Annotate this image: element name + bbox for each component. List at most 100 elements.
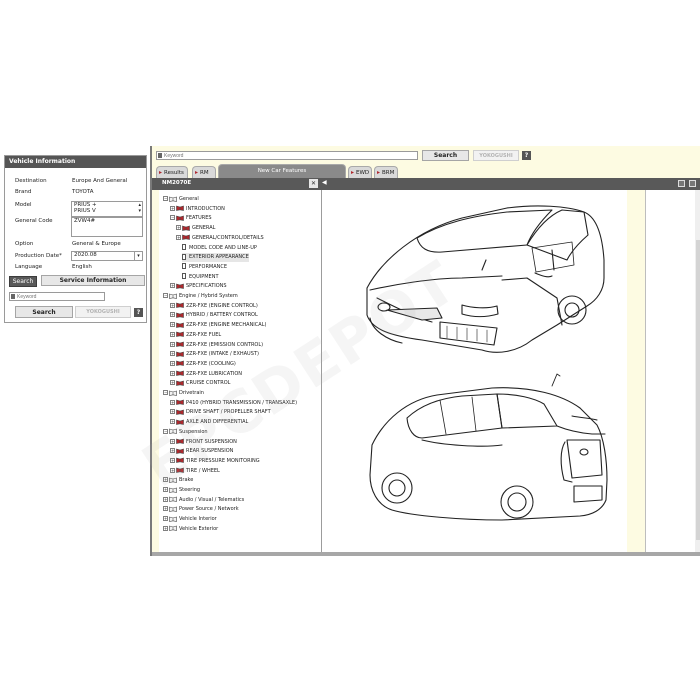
tree-node[interactable]: +2ZR-FXE (COOLING) <box>170 360 236 369</box>
general-code-field[interactable]: ZVW4# <box>71 217 143 237</box>
tree-node[interactable]: MODEL CODE AND LINE-UP <box>182 244 257 253</box>
expand-icon[interactable]: + <box>170 351 175 357</box>
tree-node[interactable]: +2ZR-FXE (ENGINE CONTROL) <box>170 302 258 311</box>
tree-node[interactable]: +2ZR-FXE FUEL <box>170 331 221 340</box>
expand-icon[interactable]: + <box>170 399 175 405</box>
main-keyword-input[interactable] <box>164 152 414 159</box>
tree-node-label: FEATURES <box>186 215 212 222</box>
tab-ewd[interactable]: EWD <box>348 166 372 179</box>
tree-node[interactable]: + Power Source / Network <box>163 505 239 514</box>
main-help-icon[interactable]: ? <box>522 151 531 160</box>
book-icon <box>176 322 184 328</box>
expand-icon[interactable]: + <box>176 225 181 231</box>
expand-icon[interactable]: + <box>163 506 168 512</box>
tree-node[interactable]: − Drivetrain <box>163 389 204 398</box>
main-window: Search YOKOGUSHI ? Results RM New Car Fe… <box>150 146 700 556</box>
expand-icon[interactable]: + <box>176 234 181 240</box>
service-information-button[interactable]: Service Information <box>41 275 145 286</box>
general-code-label: General Code <box>15 218 53 224</box>
expand-icon[interactable]: + <box>170 370 175 376</box>
tree-node[interactable]: − Engine / Hybrid System <box>163 292 238 301</box>
book-icon <box>176 399 184 406</box>
main-yokogushi-button: YOKOGUSHI <box>473 150 519 161</box>
document-icon <box>182 253 186 260</box>
book-icon <box>182 234 190 241</box>
main-search-button[interactable]: Search <box>422 150 469 161</box>
tree-node[interactable]: +2ZR-FXE (ENGINE MECHANICAL) <box>170 321 266 330</box>
collapse-panel-icon[interactable]: ◀ <box>322 179 327 186</box>
collapse-icon[interactable]: − <box>163 196 168 201</box>
expand-icon[interactable]: + <box>170 341 175 347</box>
tree-node-label: SPECIFICATIONS <box>186 283 227 290</box>
tree-node[interactable]: PERFORMANCE <box>182 263 227 272</box>
collapse-icon[interactable]: − <box>163 390 168 395</box>
tree-node[interactable]: + GENERAL <box>176 224 215 233</box>
expand-icon[interactable]: + <box>170 322 175 328</box>
tree-node[interactable]: + Audio / Visual / Telematics <box>163 496 244 505</box>
close-icon[interactable]: ✕ <box>309 179 318 188</box>
tree-node[interactable]: +2ZR-FXE (EMISSION CONTROL) <box>170 341 263 350</box>
expand-icon[interactable]: + <box>170 331 175 337</box>
language-value: English <box>72 264 92 270</box>
rear-view-car-drawing <box>369 373 608 521</box>
print-icon[interactable] <box>678 180 685 187</box>
tree-node-label: EXTERIOR APPEARANCE <box>189 254 249 261</box>
tree-node[interactable]: + GENERAL/CONTROL/DETAILS <box>176 234 264 243</box>
document-icon <box>182 263 186 270</box>
panel-help-icon[interactable]: ? <box>134 308 143 317</box>
scrollbar-thumb[interactable] <box>696 240 700 540</box>
window-icon[interactable] <box>689 180 696 187</box>
vertical-scrollbar[interactable] <box>695 190 700 552</box>
brand-value: TOYOTA <box>72 189 94 195</box>
expand-icon[interactable]: + <box>170 302 175 308</box>
tab-results[interactable]: Results <box>156 166 188 179</box>
tree-node[interactable]: − General <box>163 195 199 204</box>
book-icon <box>176 331 184 338</box>
tree-node-label: MODEL CODE AND LINE-UP <box>189 244 257 251</box>
tree-node[interactable]: + SPECIFICATIONS <box>170 282 227 291</box>
listbox-scroll-icon[interactable]: ▴ ▾ <box>138 202 141 214</box>
main-keyword-field[interactable] <box>156 151 418 160</box>
tree-node[interactable]: EXTERIOR APPEARANCE <box>182 253 249 263</box>
expand-icon[interactable]: + <box>170 312 175 318</box>
tree-node-label: GENERAL/CONTROL/DETAILS <box>192 234 264 241</box>
language-label: Language <box>15 264 43 270</box>
keyword-icon <box>11 294 15 299</box>
tab-new-car-features[interactable]: New Car Features <box>218 164 346 178</box>
expand-icon[interactable]: + <box>170 205 175 211</box>
tree-node[interactable]: − FEATURES <box>170 214 212 223</box>
vehicle-info-panel: Vehicle Information Destination Europe A… <box>4 155 147 323</box>
tree-node[interactable]: + INTRODUCTION <box>170 205 225 214</box>
document-icon <box>182 273 186 280</box>
expand-icon[interactable]: + <box>170 360 175 366</box>
tab-rm[interactable]: RM <box>192 166 216 179</box>
production-date-select[interactable]: 2020.08 ▾ <box>71 251 143 261</box>
expand-icon[interactable]: + <box>170 283 175 289</box>
illustration-area <box>322 190 627 552</box>
tree-node-label: 2ZR-FXE (COOLING) <box>186 360 236 367</box>
tree-node[interactable]: +2ZR-FXE (INTAKE / EXHAUST) <box>170 350 259 359</box>
tree-node-label: Drivetrain <box>179 390 204 396</box>
tab-brm[interactable]: BRM <box>374 166 398 179</box>
book-icon <box>182 225 190 231</box>
collapse-icon[interactable]: − <box>163 293 168 298</box>
book-icon <box>169 525 177 532</box>
panel-keyword-field[interactable] <box>9 292 105 301</box>
tree-node[interactable]: EQUIPMENT <box>182 273 219 282</box>
collapse-icon[interactable]: − <box>170 215 175 221</box>
tree-node[interactable]: + HYBRID / BATTERY CONTROL <box>170 311 258 320</box>
tree-node[interactable]: + Vehicle Exterior <box>163 525 218 534</box>
chevron-down-icon[interactable]: ▾ <box>134 252 142 260</box>
panel-search-button[interactable]: Search <box>15 306 73 318</box>
expand-icon[interactable]: + <box>163 525 168 531</box>
tree-node[interactable]: + Vehicle Interior <box>163 515 217 524</box>
tree-node-label: Power Source / Network <box>179 506 239 513</box>
panel-keyword-input[interactable] <box>17 293 103 300</box>
book-icon <box>176 370 184 376</box>
model-listbox[interactable]: PRIUS + PRIUS V ▴ ▾ <box>71 201 143 217</box>
expand-icon[interactable]: + <box>163 516 168 522</box>
book-icon <box>169 196 177 202</box>
search-tab[interactable]: Search <box>9 276 37 287</box>
model-option-2[interactable]: PRIUS V <box>74 208 142 214</box>
expand-icon[interactable]: + <box>170 380 175 386</box>
